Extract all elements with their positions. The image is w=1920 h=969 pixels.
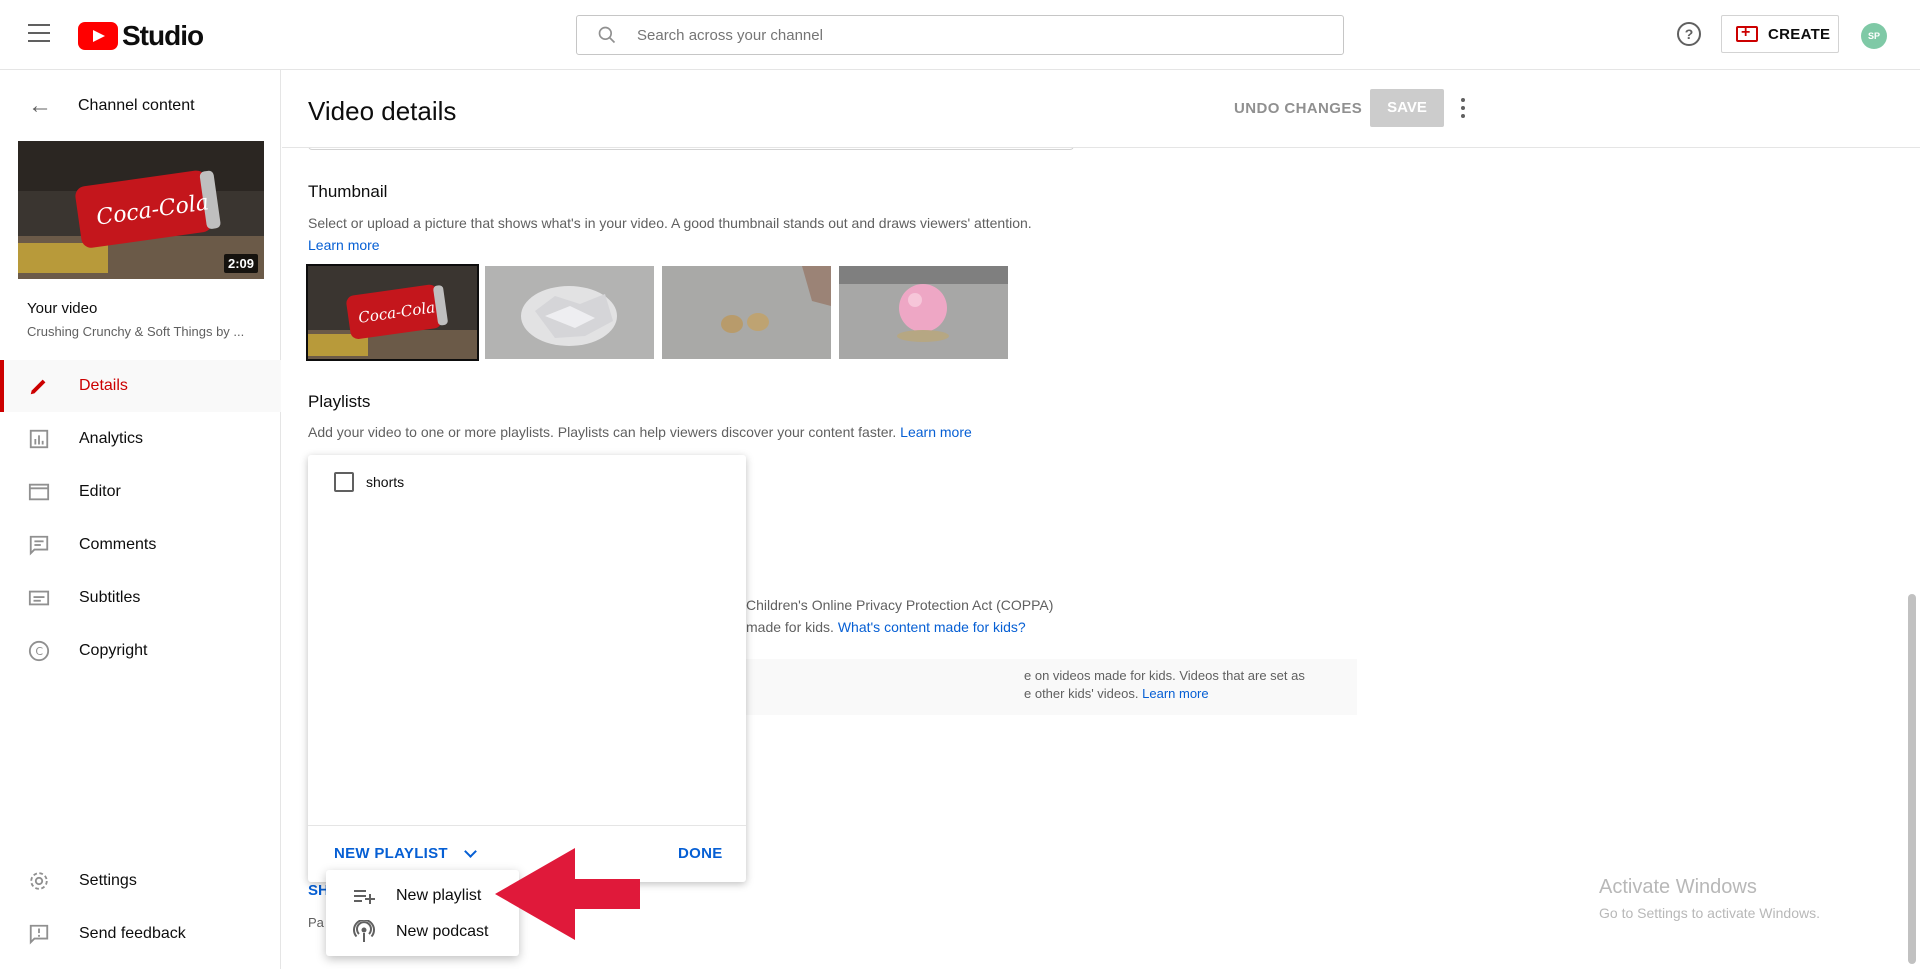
- studio-logo[interactable]: Studio: [78, 20, 204, 52]
- sidebar-item-details[interactable]: Details: [0, 360, 281, 412]
- analytics-icon: [27, 427, 51, 451]
- pink-ball-frame: [839, 266, 1008, 359]
- sidebar-item-editor[interactable]: Editor: [0, 466, 281, 518]
- sidebar-item-settings[interactable]: Settings: [0, 855, 281, 907]
- save-button[interactable]: SAVE: [1370, 89, 1444, 127]
- create-button[interactable]: CREATE: [1721, 15, 1839, 53]
- playlists-description: Add your video to one or more playlists.…: [308, 424, 972, 440]
- playlist-add-icon: [352, 884, 376, 908]
- thumbnail-options: Coca-Cola: [306, 264, 1008, 361]
- nuts-frame: [662, 266, 831, 359]
- gear-icon: [27, 869, 51, 893]
- sidebar-item-subtitles[interactable]: Subtitles: [0, 572, 281, 624]
- thumbnail-option-3[interactable]: [662, 266, 831, 359]
- back-to-channel-content[interactable]: ← Channel content: [0, 90, 281, 122]
- new-playlist-menu: New playlist New podcast: [326, 870, 519, 956]
- podcast-icon: [352, 920, 376, 944]
- create-video-icon: [1736, 24, 1758, 42]
- editor-icon: [27, 480, 51, 504]
- copyright-icon: C: [27, 639, 51, 663]
- content-made-for-kids-link[interactable]: What's content made for kids?: [838, 619, 1026, 635]
- sidebar-item-comments[interactable]: Comments: [0, 519, 281, 571]
- your-video-label: Your video: [27, 300, 98, 317]
- page-title: Video details: [308, 96, 457, 126]
- video-title: Crushing Crunchy & Soft Things by ...: [27, 324, 245, 339]
- search-input[interactable]: [637, 26, 1317, 44]
- menu-item-new-playlist[interactable]: New playlist: [326, 878, 519, 914]
- chevron-down-icon: [464, 844, 477, 858]
- sidebar-item-send-feedback[interactable]: Send feedback: [0, 908, 281, 960]
- thumbnail-option-4[interactable]: [839, 266, 1008, 359]
- sidebar-item-copyright[interactable]: C Copyright: [0, 625, 281, 677]
- kids-notice-learn-more-link[interactable]: Learn more: [1142, 686, 1208, 701]
- subtitles-icon: [27, 586, 51, 610]
- undo-changes-button[interactable]: UNDO CHANGES: [1234, 100, 1362, 117]
- comments-icon: [27, 533, 51, 557]
- search-icon: [598, 26, 616, 44]
- thumbnail-option-1[interactable]: Coca-Cola: [306, 264, 479, 361]
- svg-text:C: C: [35, 645, 43, 658]
- playlist-checkbox[interactable]: [334, 472, 354, 492]
- new-playlist-button[interactable]: NEW PLAYLIST: [334, 844, 477, 862]
- avatar[interactable]: SP: [1861, 23, 1887, 49]
- annotation-arrow-icon: [495, 848, 640, 940]
- audience-description: Children's Online Privacy Protection Act…: [746, 597, 1054, 635]
- playlists-learn-more-link[interactable]: Learn more: [900, 424, 972, 440]
- thumbnail-title: Thumbnail: [308, 182, 388, 201]
- playlist-option-shorts[interactable]: shorts: [334, 472, 404, 492]
- menu-item-new-podcast[interactable]: New podcast: [326, 914, 519, 950]
- done-button[interactable]: DONE: [678, 845, 723, 862]
- pencil-icon: [27, 374, 51, 398]
- search-bar[interactable]: [576, 15, 1344, 55]
- top-bar: Studio ? CREATE SP: [0, 0, 1920, 70]
- paid-promotion-fragment: Pa: [308, 915, 324, 930]
- foil-ball-frame: [485, 266, 654, 359]
- playlist-selector: shorts NEW PLAYLIST DONE: [308, 455, 746, 882]
- thumbnail-learn-more-link[interactable]: Learn more: [308, 237, 380, 253]
- feedback-icon: [27, 922, 51, 946]
- thumbnail-description: Select or upload a picture that shows wh…: [308, 215, 1032, 253]
- duration-badge: 2:09: [223, 254, 258, 273]
- menu-icon[interactable]: [28, 24, 50, 42]
- help-icon[interactable]: ?: [1677, 22, 1701, 46]
- sidebar-item-analytics[interactable]: Analytics: [0, 413, 281, 465]
- more-options-icon[interactable]: [1461, 98, 1467, 118]
- playlists-title: Playlists: [308, 392, 371, 411]
- coke-can-frame: Coca-Cola: [308, 266, 477, 359]
- back-arrow-icon[interactable]: ←: [28, 92, 52, 120]
- thumbnail-option-2[interactable]: [485, 266, 654, 359]
- details-header: Video details UNDO CHANGES SAVE: [282, 70, 1920, 148]
- sidebar: ← Channel content Coca-Cola 2:09 Your vi…: [0, 70, 281, 969]
- scrollbar[interactable]: [1908, 594, 1916, 964]
- youtube-logo-icon: [78, 22, 118, 50]
- activate-windows-watermark: Activate Windows Go to Settings to activ…: [1599, 876, 1820, 921]
- video-thumbnail[interactable]: Coca-Cola 2:09: [18, 141, 264, 279]
